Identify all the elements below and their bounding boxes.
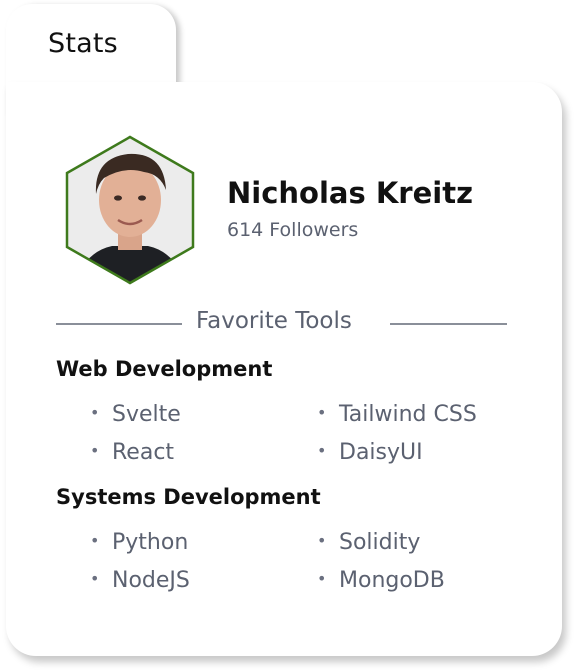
tool-item: • Svelte <box>90 402 181 427</box>
tool-item: • DaisyUI <box>317 440 423 465</box>
tool-label: React <box>112 440 175 465</box>
tool-item: • Python <box>90 530 188 555</box>
tool-label: Tailwind CSS <box>339 402 477 427</box>
bullet-icon: • <box>317 403 327 422</box>
followers-count: 614 Followers <box>227 219 359 241</box>
tool-label: DaisyUI <box>339 440 423 465</box>
tool-label: NodeJS <box>112 568 190 593</box>
profile-name: Nicholas Kreitz <box>227 176 473 210</box>
tool-item: • Tailwind CSS <box>317 402 477 427</box>
favorite-tools-heading: Favorite Tools <box>196 308 352 334</box>
profile-avatar <box>65 135 195 285</box>
bullet-icon: • <box>317 531 327 550</box>
tool-label: Svelte <box>112 402 181 427</box>
tool-label: Python <box>112 530 189 555</box>
tool-item: • Solidity <box>317 530 420 555</box>
tool-label: Solidity <box>339 530 421 555</box>
stats-tab-label: Stats <box>48 28 118 59</box>
divider-line-right <box>390 323 507 325</box>
tool-item: • MongoDB <box>317 568 445 593</box>
section-title-web: Web Development <box>56 357 273 381</box>
bullet-icon: • <box>90 531 100 550</box>
tool-label: MongoDB <box>339 568 445 593</box>
stats-widget: Stats Nicholas Kreitz 614 Followers Favo… <box>0 0 574 670</box>
section-title-systems: Systems Development <box>56 485 321 509</box>
bullet-icon: • <box>317 441 327 460</box>
bullet-icon: • <box>90 403 100 422</box>
bullet-icon: • <box>90 441 100 460</box>
bullet-icon: • <box>317 569 327 588</box>
divider-line-left <box>56 323 182 325</box>
bullet-icon: • <box>90 569 100 588</box>
tool-item: • NodeJS <box>90 568 190 593</box>
tool-item: • React <box>90 440 174 465</box>
